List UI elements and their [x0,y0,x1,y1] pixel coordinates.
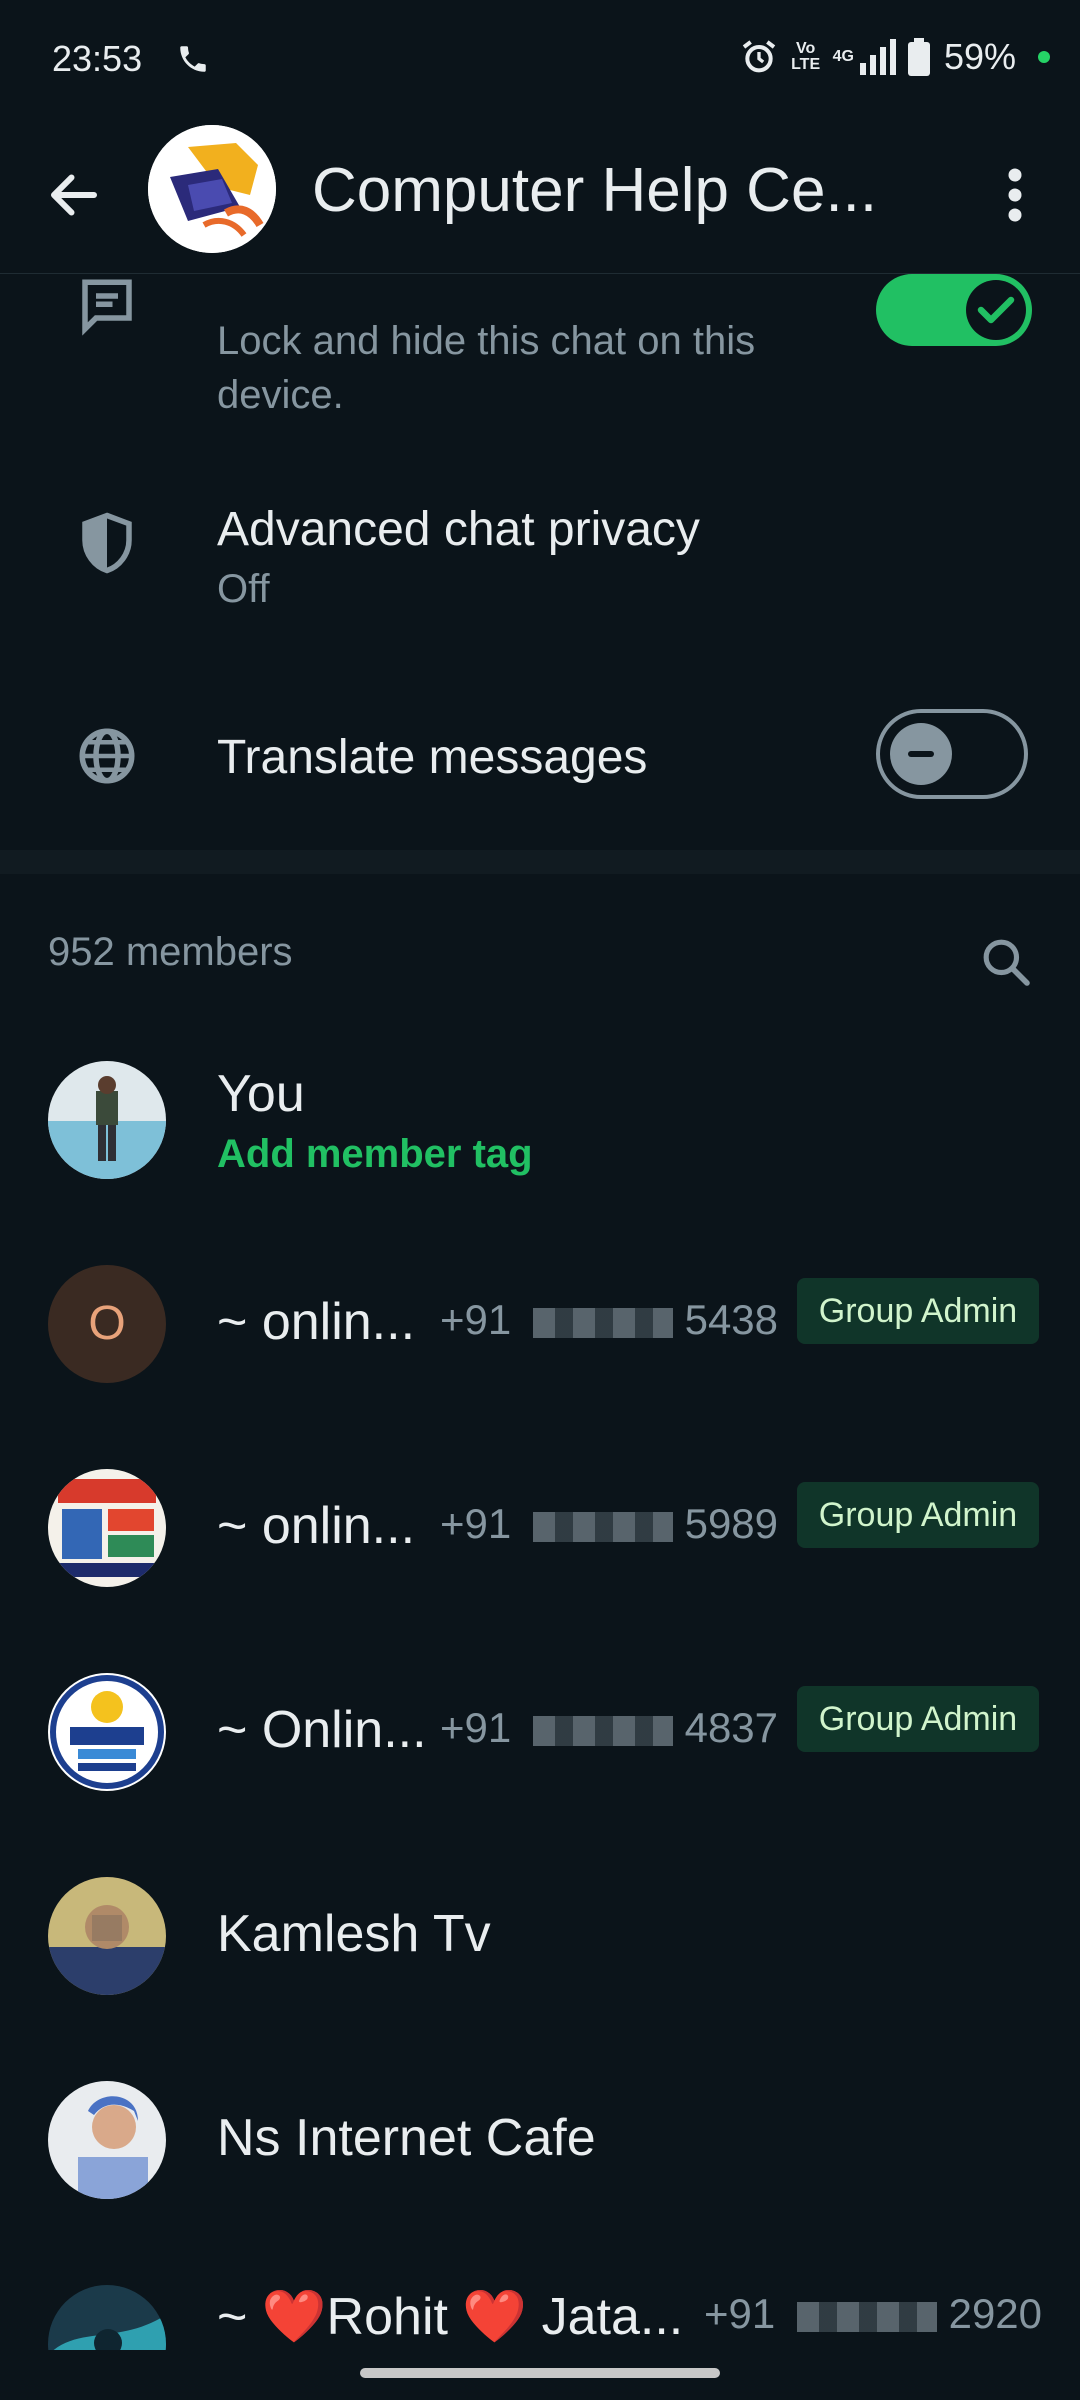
add-member-tag-link[interactable]: Add member tag [217,1132,533,1177]
member-name: ~ onlin... [217,1293,416,1351]
phone-suffix: 5438 [684,1296,779,1343]
member-name: Ns Internet Cafe [217,2109,596,2167]
group-admin-badge: Group Admin [797,1686,1039,1752]
search-icon[interactable] [978,934,1034,990]
phone-suffix: 4837 [684,1704,779,1751]
member-row[interactable]: O ~ onlin... +91 5438 Group Admin [0,1248,1080,1398]
avatar [48,1061,166,1179]
redacted-digits [532,1715,673,1746]
chat-lock-icon [82,279,132,336]
toggle-knob [890,723,952,785]
member-name: ~ Onlin... [217,1701,427,1759]
status-time: 23:53 [52,38,143,79]
member-row[interactable]: ~ Onlin... +91 4837 Group Admin [0,1656,1080,1806]
redacted-digits [532,1511,673,1542]
phone-suffix: 5989 [684,1500,779,1547]
privacy-indicator-dot [1038,51,1050,63]
advanced-privacy-title: Advanced chat privacy [217,503,700,556]
phone-prefix: +91 [704,2290,776,2337]
avatar [48,1673,166,1791]
group-admin-badge: Group Admin [797,1482,1039,1548]
member-phone: +91 2920 [704,2290,1042,2338]
home-gesture-bar[interactable] [360,2368,720,2378]
translate-row[interactable]: Translate messages [0,705,1080,805]
avatar-initial: O [88,1297,126,1350]
status-bar: 23:53 Vo LTE 4G 59% [0,0,1080,125]
member-row[interactable]: You Add member tag [0,1044,1080,1194]
member-name: Kamlesh Tv [217,1905,491,1963]
member-name: You [217,1065,305,1123]
translate-title: Translate messages [217,731,648,784]
chat-title[interactable]: Computer Help Ce... [312,155,877,226]
shield-icon [82,512,132,574]
app-header: Computer Help Ce... [0,125,1080,274]
back-arrow-icon[interactable] [44,165,104,225]
toggle-knob [966,280,1026,340]
avatar [48,2081,166,2199]
member-phone: +91 5438 [440,1296,778,1344]
phone-call-icon [180,46,206,72]
avatar [48,2285,166,2350]
advanced-privacy-value: Off [217,567,270,611]
group-avatar[interactable] [148,125,276,253]
phone-prefix: +91 [440,1500,512,1547]
member-name: ~ onlin... [217,1497,416,1555]
translate-toggle[interactable] [876,709,1028,799]
phone-prefix: +91 [440,1704,512,1751]
advanced-privacy-row[interactable]: Advanced chat privacy Off [0,490,1080,640]
network-type-icon: 4G [832,48,854,65]
avatar: O [48,1265,166,1383]
section-divider [0,850,1080,874]
check-icon [977,296,1015,324]
chat-lock-subtitle: Lock and hide this chat on this device. [217,319,756,417]
member-row[interactable]: Kamlesh Tv [0,1860,1080,2010]
member-row[interactable]: Ns Internet Cafe [0,2064,1080,2214]
more-options-icon[interactable] [995,165,1035,225]
member-phone: +91 5989 [440,1500,778,1548]
member-name: ~ ❤️Rohit ❤️ Jata... [217,2288,684,2346]
phone-prefix: +91 [440,1296,512,1343]
globe-icon [79,728,135,784]
members-count: 952 members [48,930,293,974]
member-row[interactable]: ~ ❤️Rohit ❤️ Jata... +91 2920 [0,2268,1080,2350]
group-admin-badge: Group Admin [797,1278,1039,1344]
volte-icon: Vo LTE [791,40,821,73]
phone-suffix: 2920 [948,2290,1043,2337]
chat-lock-toggle[interactable] [876,274,1032,346]
member-phone: +91 4837 [440,1704,778,1752]
redacted-digits [532,1307,673,1338]
member-row[interactable]: ~ onlin... +91 5989 Group Admin [0,1452,1080,1602]
battery-percent: 59% [943,36,1016,77]
redacted-digits [796,2301,937,2332]
alarm-icon [742,40,775,73]
avatar [48,1469,166,1587]
avatar [48,1877,166,1995]
chat-lock-row[interactable]: Lock and hide this chat on this device. [0,274,1080,424]
group-logo-icon [148,125,276,253]
signal-icon [859,39,896,75]
battery-icon [907,38,930,76]
